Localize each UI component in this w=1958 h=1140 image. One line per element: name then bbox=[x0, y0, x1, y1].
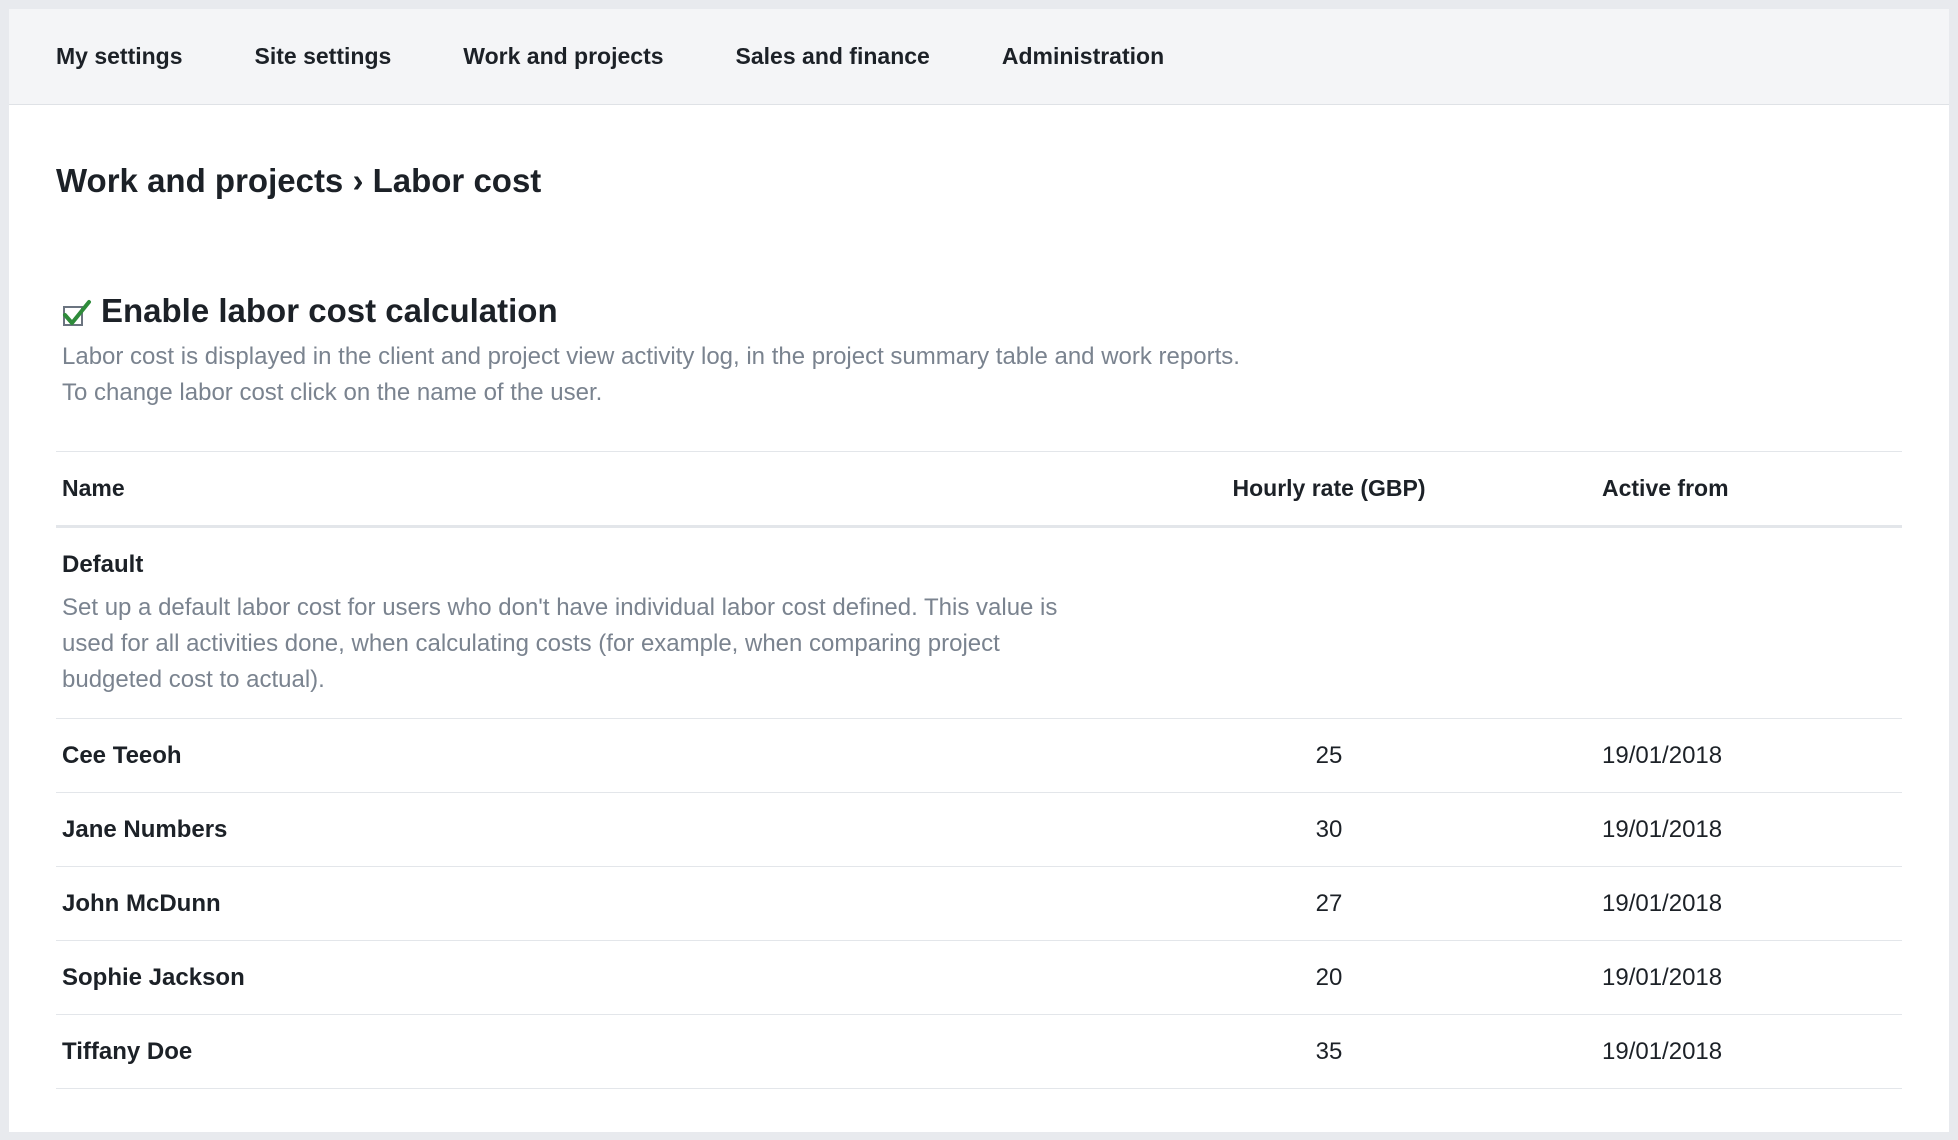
nav-my-settings[interactable]: My settings bbox=[56, 43, 183, 70]
user-name-link[interactable]: Tiffany Doe bbox=[56, 1038, 1156, 1066]
active-from-value: 19/01/2018 bbox=[1602, 963, 1723, 991]
main-content: Work and projects › Labor cost Enable la… bbox=[9, 105, 1949, 1089]
column-header-active-from: Active from bbox=[1602, 475, 1729, 501]
default-row-title[interactable]: Default bbox=[62, 550, 1902, 580]
app-window: My settings Site settings Work and proje… bbox=[9, 9, 1949, 1132]
nav-work-and-projects[interactable]: Work and projects bbox=[463, 43, 663, 70]
nav-administration[interactable]: Administration bbox=[1002, 43, 1164, 70]
user-name-link[interactable]: John McDunn bbox=[56, 890, 1156, 918]
hourly-rate-value: 25 bbox=[1315, 741, 1343, 769]
active-from-value: 19/01/2018 bbox=[1602, 815, 1723, 843]
checkmark-glyph bbox=[63, 300, 91, 325]
table-row[interactable]: Jane Numbers 30 19/01/2018 bbox=[56, 793, 1902, 867]
default-row-description: Set up a default labor cost for users wh… bbox=[62, 594, 1058, 693]
table-row[interactable]: Tiffany Doe 35 19/01/2018 bbox=[56, 1015, 1902, 1089]
active-from-value: 19/01/2018 bbox=[1602, 889, 1723, 917]
user-name-link[interactable]: Jane Numbers bbox=[56, 816, 1156, 844]
page-title: Work and projects › Labor cost bbox=[56, 162, 542, 199]
column-header-hourly-rate: Hourly rate (GBP) bbox=[1232, 475, 1426, 501]
hourly-rate-value: 30 bbox=[1315, 815, 1343, 843]
user-name-link[interactable]: Sophie Jackson bbox=[56, 964, 1156, 992]
checkmark-icon[interactable] bbox=[62, 298, 92, 328]
enable-description-line-2: To change labor cost click on the name o… bbox=[62, 379, 603, 406]
hourly-rate-value: 20 bbox=[1315, 963, 1343, 991]
user-name-link[interactable]: Cee Teeoh bbox=[56, 742, 1156, 770]
table-header: Name Hourly rate (GBP) Active from bbox=[56, 452, 1902, 528]
active-from-value: 19/01/2018 bbox=[1602, 1037, 1723, 1065]
nav-site-settings[interactable]: Site settings bbox=[255, 43, 392, 70]
active-from-value: 19/01/2018 bbox=[1602, 741, 1723, 769]
table-row[interactable]: John McDunn 27 19/01/2018 bbox=[56, 867, 1902, 941]
default-labor-cost-row[interactable]: Default Set up a default labor cost for … bbox=[56, 528, 1902, 719]
labor-cost-table: Name Hourly rate (GBP) Active from Defau… bbox=[56, 451, 1902, 1089]
enable-description-line-1: Labor cost is displayed in the client an… bbox=[62, 343, 1240, 370]
enable-labor-cost-setting: Enable labor cost calculation bbox=[56, 291, 1902, 331]
enable-description: Labor cost is displayed in the client an… bbox=[56, 339, 1902, 411]
top-navigation: My settings Site settings Work and proje… bbox=[9, 9, 1949, 105]
hourly-rate-value: 27 bbox=[1315, 889, 1343, 917]
hourly-rate-value: 35 bbox=[1315, 1037, 1343, 1065]
table-row[interactable]: Cee Teeoh 25 19/01/2018 bbox=[56, 719, 1902, 793]
nav-sales-and-finance[interactable]: Sales and finance bbox=[736, 43, 930, 70]
enable-labor-cost-label[interactable]: Enable labor cost calculation bbox=[101, 291, 558, 331]
table-row[interactable]: Sophie Jackson 20 19/01/2018 bbox=[56, 941, 1902, 1015]
column-header-name: Name bbox=[62, 475, 125, 501]
